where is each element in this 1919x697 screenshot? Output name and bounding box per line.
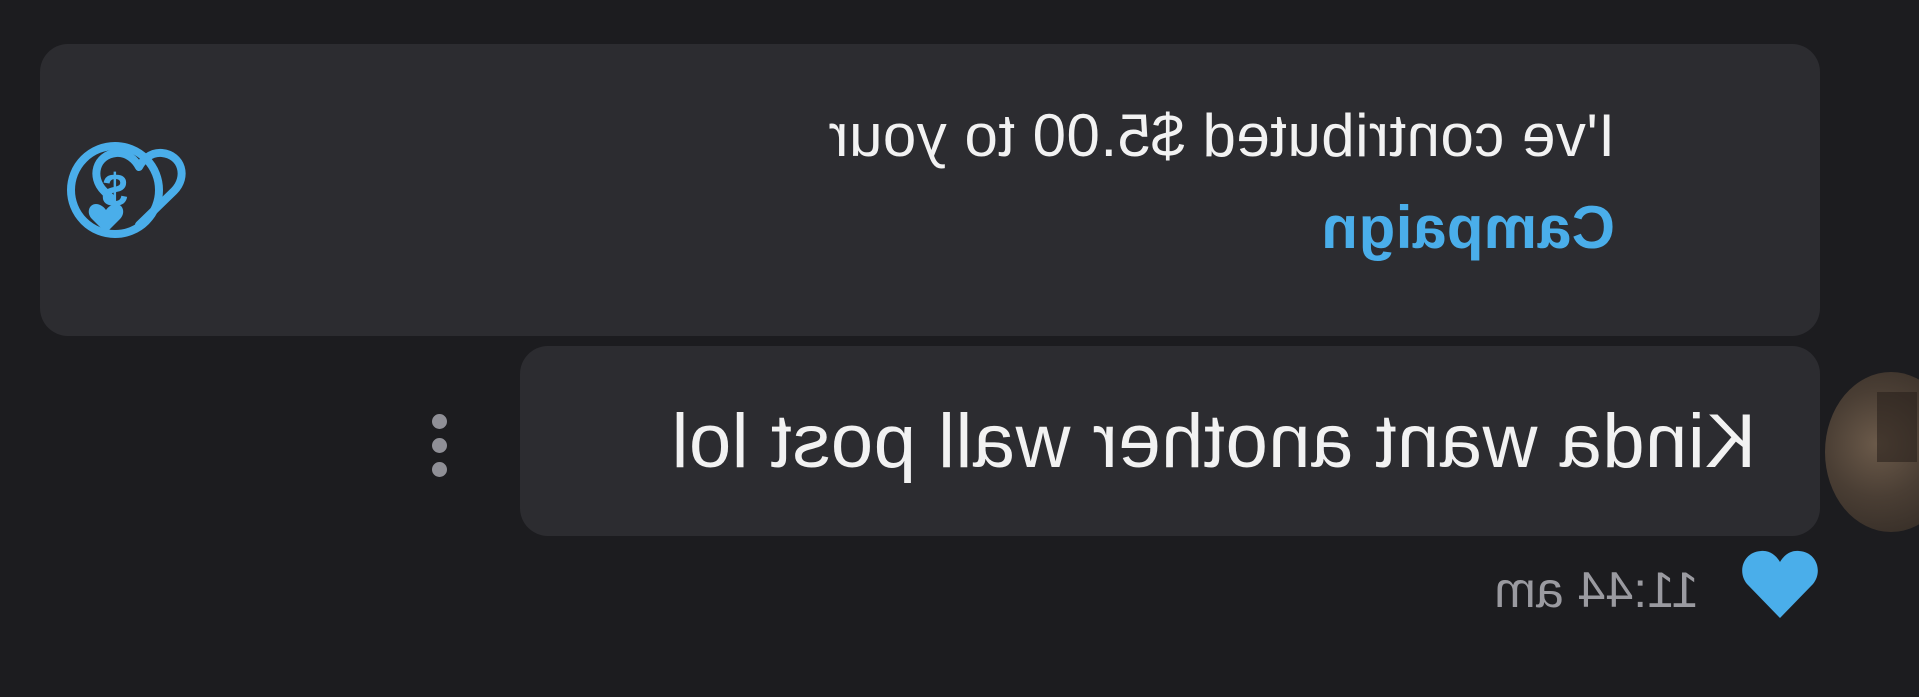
heart-outline-icon[interactable] [84, 141, 194, 241]
heart-filled-icon[interactable] [1739, 546, 1821, 622]
message-text: Kinda want another wall post lol [671, 399, 1756, 484]
kebab-dot [432, 438, 447, 453]
kebab-dot [432, 414, 447, 429]
contribution-message: I've contributed $5.00 to your Campaign [195, 90, 1615, 274]
avatar[interactable] [1825, 372, 1919, 532]
message-timestamp: 11:44 am [1494, 562, 1699, 618]
kebab-dot [432, 462, 447, 477]
avatar-photo-detail [1877, 392, 1917, 462]
contribution-text: I've contributed $5.00 to your [828, 102, 1615, 169]
campaign-link[interactable]: Campaign [1321, 194, 1615, 261]
kebab-menu-icon[interactable] [419, 410, 459, 480]
chat-thread: $ I've contributed $5.00 to your Campaig… [0, 0, 1919, 697]
